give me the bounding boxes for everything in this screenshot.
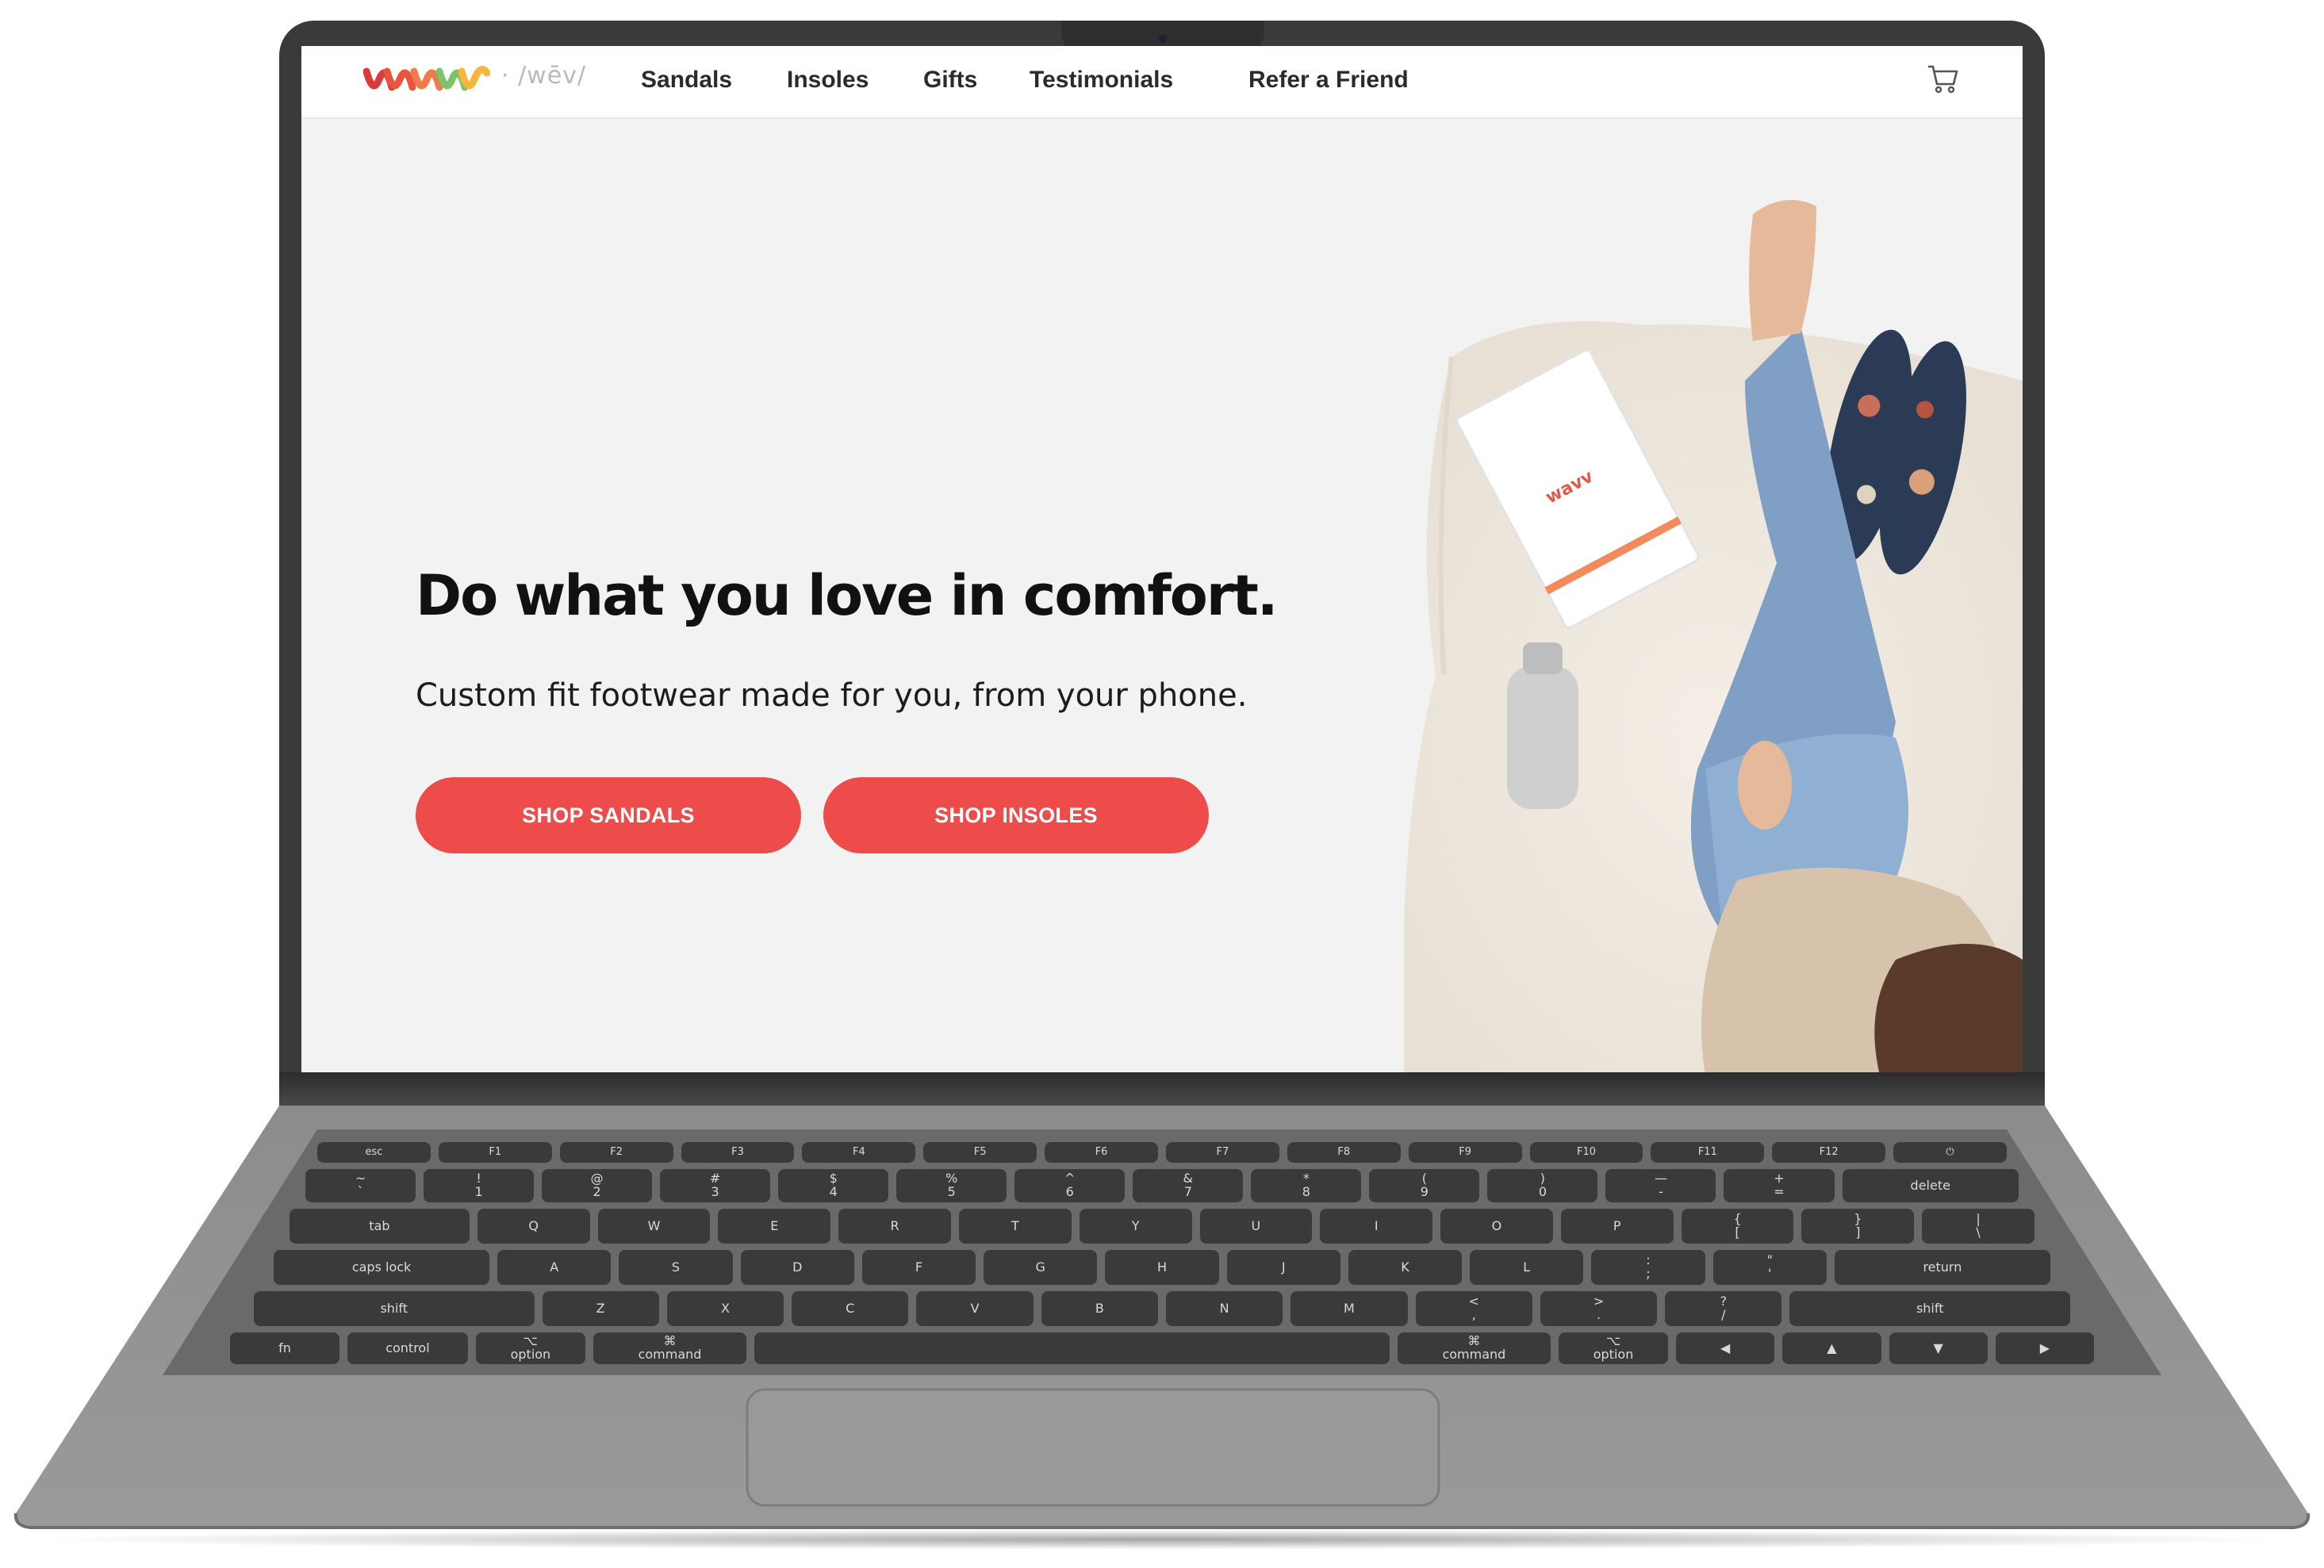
key-f4[interactable]: F4: [802, 1142, 916, 1163]
key-b[interactable]: B: [1041, 1291, 1158, 1326]
key-option[interactable]: ⌥ option: [475, 1332, 585, 1364]
key-y[interactable]: Y: [1079, 1209, 1192, 1244]
key-,[interactable]: < ,: [1415, 1291, 1532, 1326]
pronunciation-text: · /wēv/: [501, 62, 587, 90]
key-[[interactable]: { [: [1681, 1209, 1794, 1244]
key-c[interactable]: C: [792, 1291, 909, 1326]
key-shift[interactable]: shift: [254, 1291, 535, 1326]
key-g[interactable]: G: [984, 1250, 1098, 1285]
key-delete[interactable]: delete: [1842, 1169, 2019, 1202]
key-z[interactable]: Z: [542, 1291, 659, 1326]
hero-subheadline: Custom fit footwear made for you, from y…: [416, 677, 1248, 714]
key-8[interactable]: * 8: [1251, 1169, 1362, 1202]
key-f9[interactable]: F9: [1408, 1142, 1522, 1163]
key-f10[interactable]: F10: [1529, 1142, 1643, 1163]
cart-icon[interactable]: [1925, 60, 1960, 95]
key-;[interactable]: : ;: [1591, 1250, 1705, 1285]
key-tab[interactable]: tab: [290, 1209, 470, 1244]
key-/[interactable]: ? /: [1665, 1291, 1782, 1326]
key-command[interactable]: ⌘ command: [1397, 1332, 1551, 1364]
key-▶[interactable]: ▶: [1995, 1332, 2094, 1364]
key-◀[interactable]: ◀: [1676, 1332, 1775, 1364]
key-e[interactable]: E: [718, 1209, 831, 1244]
key-▼[interactable]: ▼: [1889, 1332, 1988, 1364]
hero-headline: Do what you love in comfort.: [416, 563, 1278, 628]
key-.[interactable]: > .: [1540, 1291, 1658, 1326]
key-fn[interactable]: fn: [230, 1332, 340, 1364]
key-6[interactable]: ^ 6: [1014, 1169, 1126, 1202]
brand-logo[interactable]: [363, 63, 490, 100]
nav-item-refer-a-friend[interactable]: Refer a Friend: [1248, 67, 1409, 94]
key-▲[interactable]: ▲: [1782, 1332, 1881, 1364]
nav-item-gifts[interactable]: Gifts: [923, 67, 977, 94]
key-k[interactable]: K: [1348, 1250, 1463, 1285]
key-3[interactable]: # 3: [660, 1169, 771, 1202]
key-return[interactable]: return: [1834, 1250, 2050, 1285]
key-⏻[interactable]: ⏻: [1893, 1142, 2007, 1163]
key-r[interactable]: R: [838, 1209, 951, 1244]
key-j[interactable]: J: [1226, 1250, 1340, 1285]
key-4[interactable]: $ 4: [778, 1169, 889, 1202]
shop-sandals-button[interactable]: SHOP SANDALS: [416, 777, 801, 853]
shop-insoles-button[interactable]: SHOP INSOLES: [823, 777, 1209, 853]
key-f7[interactable]: F7: [1166, 1142, 1279, 1163]
key-`[interactable]: ~ `: [305, 1169, 416, 1202]
hero-photo: wavv: [1404, 119, 2023, 1075]
key-5[interactable]: % 5: [896, 1169, 1007, 1202]
key-f8[interactable]: F8: [1287, 1142, 1401, 1163]
key-f[interactable]: F: [861, 1250, 976, 1285]
laptop-hinge: [279, 1072, 2045, 1106]
key--[interactable]: — -: [1605, 1169, 1716, 1202]
key-u[interactable]: U: [1199, 1209, 1313, 1244]
key-v[interactable]: V: [916, 1291, 1034, 1326]
key-0[interactable]: ) 0: [1487, 1169, 1598, 1202]
key-control[interactable]: control: [347, 1332, 468, 1364]
key-i[interactable]: I: [1320, 1209, 1433, 1244]
key-shift[interactable]: shift: [1789, 1291, 2070, 1326]
key-9[interactable]: ( 9: [1369, 1169, 1480, 1202]
key-7[interactable]: & 7: [1133, 1169, 1244, 1202]
key-f12[interactable]: F12: [1772, 1142, 1886, 1163]
laptop-screen: · /wēv/ Sandals Insoles Gifts Testimonia…: [301, 46, 2023, 1075]
webcam-icon: [1159, 35, 1167, 43]
key-'[interactable]: " ': [1712, 1250, 1827, 1285]
key-x[interactable]: X: [666, 1291, 784, 1326]
key-f11[interactable]: F11: [1651, 1142, 1765, 1163]
nav-item-insoles[interactable]: Insoles: [787, 67, 869, 94]
nav-item-testimonials[interactable]: Testimonials: [1030, 67, 1173, 94]
key-m[interactable]: M: [1290, 1291, 1408, 1326]
site-header: · /wēv/ Sandals Insoles Gifts Testimonia…: [301, 46, 2023, 119]
key-s[interactable]: S: [619, 1250, 733, 1285]
key-o[interactable]: O: [1440, 1209, 1553, 1244]
key-option[interactable]: ⌥ option: [1559, 1332, 1669, 1364]
laptop-shadow: [24, 1529, 2300, 1550]
key-q[interactable]: Q: [477, 1209, 590, 1244]
key-1[interactable]: ! 1: [424, 1169, 535, 1202]
key-f1[interactable]: F1: [438, 1142, 552, 1163]
key-f3[interactable]: F3: [681, 1142, 795, 1163]
key-a[interactable]: A: [497, 1250, 612, 1285]
key-d[interactable]: D: [740, 1250, 854, 1285]
key-2[interactable]: @ 2: [542, 1169, 653, 1202]
nav-item-sandals[interactable]: Sandals: [641, 67, 732, 94]
key-esc[interactable]: esc: [317, 1142, 431, 1163]
key-space[interactable]: [754, 1332, 1390, 1364]
key-command[interactable]: ⌘ command: [593, 1332, 747, 1364]
key-f6[interactable]: F6: [1045, 1142, 1158, 1163]
key-t[interactable]: T: [958, 1209, 1072, 1244]
key-=[interactable]: + =: [1724, 1169, 1835, 1202]
key-l[interactable]: L: [1470, 1250, 1584, 1285]
key-caps-lock[interactable]: caps lock: [274, 1250, 490, 1285]
key-\[interactable]: | \: [1922, 1209, 2034, 1244]
key-][interactable]: } ]: [1801, 1209, 1915, 1244]
key-f2[interactable]: F2: [559, 1142, 673, 1163]
key-p[interactable]: P: [1560, 1209, 1674, 1244]
key-w[interactable]: W: [597, 1209, 711, 1244]
key-n[interactable]: N: [1166, 1291, 1283, 1326]
key-h[interactable]: H: [1105, 1250, 1219, 1285]
key-f5[interactable]: F5: [923, 1142, 1037, 1163]
